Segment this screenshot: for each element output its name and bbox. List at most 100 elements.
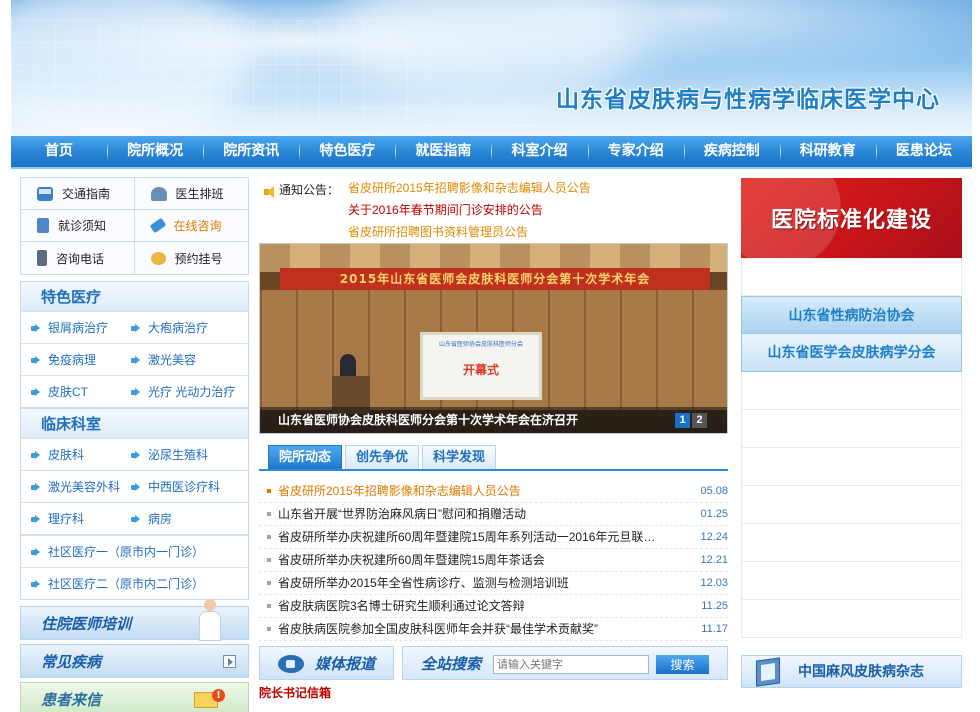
quick-link-doctor-schedule[interactable]: 医生排班 bbox=[134, 178, 248, 210]
arrow-right-icon bbox=[131, 451, 140, 460]
arrow-right-icon bbox=[131, 483, 140, 492]
notice-item[interactable]: 省皮研所招聘图书资料管理员公告 bbox=[348, 221, 591, 243]
tag-icon bbox=[149, 217, 166, 234]
patient-letters-button[interactable]: 患者来信 bbox=[20, 682, 249, 712]
clinical-depts-grid: 皮肤科 泌尿生殖科 激光美容外科 中西医诊疗科 理疗科 病房 bbox=[20, 438, 250, 535]
main-content: 通知公告： 省皮研所2015年招聘影像和杂志编辑人员公告 关于2016年春节期间… bbox=[259, 177, 728, 641]
slide-page-1[interactable]: 1 bbox=[675, 413, 690, 428]
nav-item-home[interactable]: 首页 bbox=[11, 135, 107, 168]
empty-row bbox=[741, 600, 962, 638]
site-title: 山东省皮肤病与性病学临床医学中心 bbox=[556, 87, 940, 113]
clinical-dept-item[interactable]: 皮肤科 bbox=[21, 438, 121, 470]
arrow-right-icon bbox=[31, 580, 40, 589]
empty-row bbox=[741, 448, 962, 486]
arrow-right-icon bbox=[31, 515, 40, 524]
arrow-right-icon bbox=[31, 548, 40, 557]
tab-excellence[interactable]: 创先争优 bbox=[345, 445, 419, 469]
arrow-right-icon bbox=[31, 324, 40, 333]
director-mailbox-link[interactable]: 院长书记信箱 bbox=[259, 684, 331, 701]
quick-link-label: 就诊须知 bbox=[58, 219, 107, 233]
doctor-icon bbox=[150, 186, 167, 201]
site-search-label: 全站搜索 bbox=[421, 655, 482, 673]
nav-item-research[interactable]: 科研教育 bbox=[779, 135, 876, 168]
quick-link-appointment[interactable]: 预约挂号 bbox=[135, 242, 249, 274]
arrow-right-icon bbox=[223, 655, 236, 668]
common-diseases-button[interactable]: 常见疾病 bbox=[20, 644, 249, 678]
notice-item[interactable]: 省皮研所2015年招聘影像和杂志编辑人员公告 bbox=[348, 177, 591, 199]
quick-link-traffic[interactable]: 交通指南 bbox=[21, 178, 135, 210]
nav-item-forum[interactable]: 医患论坛 bbox=[875, 135, 972, 168]
empty-row bbox=[741, 258, 962, 296]
resident-training-button[interactable]: 住院医师培训 bbox=[20, 599, 249, 641]
bus-icon bbox=[37, 186, 53, 201]
nav-item-departments[interactable]: 科室介绍 bbox=[491, 135, 587, 168]
news-item[interactable]: 山东省开展“世界防治麻风病日”慰问和捐赠活动 01.25 bbox=[259, 503, 728, 526]
nav-item-experts[interactable]: 专家介绍 bbox=[587, 135, 684, 168]
news-tabs: 院所动态 创先争优 科学发现 bbox=[259, 445, 728, 471]
news-slideshow[interactable]: 2015年山东省医师会皮肤科医师分会第十次学术年会 山东省医师协会皮肤科医师分会… bbox=[259, 243, 728, 434]
search-button[interactable]: 搜索 bbox=[656, 655, 709, 674]
special-medical-item[interactable]: 免疫病理 bbox=[21, 343, 121, 375]
slide-pager: 1 2 bbox=[675, 413, 707, 428]
nav-item-news[interactable]: 院所资讯 bbox=[203, 135, 299, 168]
slide-projection-screen: 山东省医师协会皮肤科医师分会 开幕式 bbox=[420, 332, 542, 400]
special-medical-item[interactable]: 大疱病治疗 bbox=[121, 311, 250, 343]
tab-institute-news[interactable]: 院所动态 bbox=[268, 445, 342, 469]
clipboard-icon bbox=[37, 218, 49, 233]
empty-row bbox=[741, 562, 962, 600]
common-diseases-label: 常见疾病 bbox=[41, 653, 102, 671]
media-reports-button[interactable]: 媒体报道 bbox=[259, 646, 394, 680]
clinical-depts-heading: 临床科室 bbox=[20, 408, 249, 438]
slide-page-2[interactable]: 2 bbox=[692, 413, 707, 428]
clinical-dept-item[interactable]: 泌尿生殖科 bbox=[121, 438, 250, 470]
special-medical-item[interactable]: 银屑病治疗 bbox=[21, 311, 121, 343]
news-item[interactable]: 省皮研所举办2015年全省性病诊疗、监测与检测培训班 12.03 bbox=[259, 572, 728, 595]
media-reports-label: 媒体报道 bbox=[315, 655, 376, 673]
right-sidebar: 医院标准化建设 山东省性病防治协会 山东省医学会皮肤病学分会 bbox=[741, 178, 962, 638]
arrow-right-icon bbox=[131, 324, 140, 333]
clinical-dept-item[interactable]: 社区医疗一（原市内一门诊） bbox=[21, 535, 248, 567]
clinical-dept-item[interactable]: 社区医疗二（原市内二门诊） bbox=[21, 567, 248, 599]
empty-row bbox=[741, 372, 962, 410]
patient-letters-label: 患者来信 bbox=[41, 691, 102, 709]
screen-main-text: 开幕式 bbox=[462, 363, 499, 377]
slide-caption[interactable]: 山东省医师协会皮肤科医师分会第十次学术年会在济召开 bbox=[278, 412, 578, 428]
video-camera-icon bbox=[278, 655, 304, 673]
clinical-dept-item[interactable]: 中西医诊疗科 bbox=[121, 470, 250, 502]
standardization-banner-text: 医院标准化建设 bbox=[770, 208, 932, 233]
nav-item-overview[interactable]: 院所概况 bbox=[107, 135, 203, 168]
news-item[interactable]: 省皮肤病医院参加全国皮肤科医师年会并获“最佳学术贡献奖” 11.17 bbox=[259, 618, 728, 641]
standardization-banner[interactable]: 医院标准化建设 bbox=[741, 178, 962, 258]
quick-link-label: 交通指南 bbox=[62, 187, 111, 201]
empty-row bbox=[741, 486, 962, 524]
clinical-dept-item[interactable]: 理疗科 bbox=[21, 502, 121, 534]
quick-link-label: 医生排班 bbox=[175, 187, 224, 201]
news-list: 省皮研所2015年招聘影像和杂志编辑人员公告 05.08 山东省开展“世界防治麻风… bbox=[259, 480, 728, 641]
derm-society-link[interactable]: 山东省医学会皮肤病学分会 bbox=[741, 334, 962, 372]
news-item[interactable]: 省皮肤病医院3名博士研究生顺利通过论文答辩 11.25 bbox=[259, 595, 728, 618]
news-item[interactable]: 省皮研所举办庆祝建所60周年暨建院15周年茶话会 12.21 bbox=[259, 549, 728, 572]
nav-item-special-medical[interactable]: 特色医疗 bbox=[299, 135, 395, 168]
news-item[interactable]: 省皮研所举办庆祝建所60周年暨建院15周年系列活动一2016年元旦联… 12.24 bbox=[259, 526, 728, 549]
empty-row bbox=[741, 410, 962, 448]
std-prevention-association-link[interactable]: 山东省性病防治协会 bbox=[741, 296, 962, 334]
special-medical-item[interactable]: 激光美容 bbox=[121, 343, 250, 375]
quick-link-online-consult[interactable]: 在线咨询 bbox=[134, 210, 248, 242]
search-input[interactable] bbox=[493, 655, 649, 674]
journal-link[interactable]: 中国麻风皮肤病杂志 bbox=[741, 655, 962, 688]
news-item[interactable]: 省皮研所2015年招聘影像和杂志编辑人员公告 05.08 bbox=[259, 480, 728, 503]
quick-link-visit-notice[interactable]: 就诊须知 bbox=[21, 210, 135, 242]
nav-item-guide[interactable]: 就医指南 bbox=[395, 135, 491, 168]
notice-label: 通知公告： bbox=[279, 183, 340, 197]
clinical-dept-item[interactable]: 激光美容外科 bbox=[21, 470, 121, 502]
quick-link-phone[interactable]: 咨询电话 bbox=[21, 242, 135, 274]
clinical-dept-item[interactable]: 病房 bbox=[121, 502, 250, 534]
notice-list: 省皮研所2015年招聘影像和杂志编辑人员公告 关于2016年春节期间门诊安排的公… bbox=[348, 177, 591, 243]
notice-item[interactable]: 关于2016年春节期间门诊安排的公告 bbox=[348, 199, 591, 221]
special-medical-item[interactable]: 皮肤CT bbox=[21, 375, 121, 407]
empty-row bbox=[741, 524, 962, 562]
nav-item-disease-control[interactable]: 疾病控制 bbox=[683, 135, 780, 168]
tab-science[interactable]: 科学发现 bbox=[422, 445, 496, 469]
arrow-right-icon bbox=[131, 356, 140, 365]
special-medical-item[interactable]: 光疗 光动力治疗 bbox=[121, 375, 250, 407]
